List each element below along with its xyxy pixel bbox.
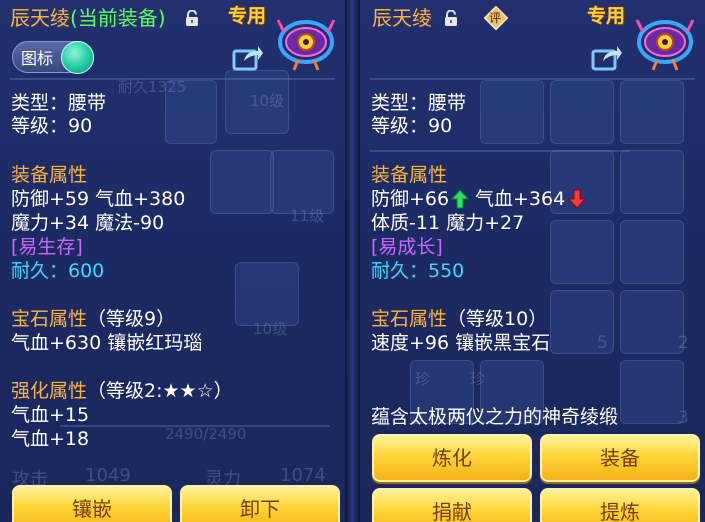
- attr-line-2: 魔力+34 魔法-90: [11, 212, 165, 234]
- attr-def: 防御+66: [371, 188, 450, 210]
- enhance-level: （等级2:★★☆）: [87, 380, 233, 402]
- arrow-down-icon: [568, 189, 586, 209]
- toggle-label: 图标: [21, 49, 54, 68]
- gem-line: 气血+630 镶嵌红玛瑙: [11, 332, 203, 354]
- gem-level: （等级9）: [87, 308, 176, 330]
- exclusive-label: 专用: [228, 5, 267, 27]
- special-effect: [易成长]: [371, 236, 443, 258]
- enhance-title: 强化属性（等级2:★★☆）: [11, 379, 233, 403]
- type-line: 类型：腰带: [11, 92, 107, 114]
- unequip-button[interactable]: 卸下: [180, 485, 340, 522]
- bg-slot: [620, 150, 684, 214]
- compare-panel-candidate: 5 2 3 珍 珍 辰天绫 评 专用 类型：腰带 等级：90 装备属性 防御+6…: [360, 0, 705, 522]
- extract-button[interactable]: 提炼: [540, 488, 700, 522]
- belt-emblem-icon: [635, 19, 695, 71]
- enhance-line-1: 气血+15: [11, 404, 90, 426]
- exclusive-label: 专用: [587, 5, 626, 27]
- bg-slot: [210, 150, 274, 214]
- bg-ghost-text: 11级: [290, 207, 325, 225]
- section-divider: [370, 150, 630, 152]
- header-divider: [10, 78, 335, 80]
- bg-ghost-text: 珍: [470, 370, 486, 388]
- arrow-up-icon: [451, 189, 469, 209]
- level-line: 等级：90: [371, 115, 453, 137]
- attr-header: 装备属性: [11, 164, 88, 186]
- bg-ghost-text: 3: [678, 408, 689, 428]
- gem-line: 速度+96 镶嵌黑宝石: [371, 332, 551, 354]
- gem-header: 宝石属性: [11, 308, 88, 330]
- refine-button[interactable]: 炼化: [372, 434, 532, 482]
- belt-emblem-icon: [276, 19, 336, 71]
- bg-ghost-text: 珍: [415, 370, 431, 388]
- enhance-line-2: 气血+18: [11, 428, 90, 450]
- bg-ghost-text: 1049: [85, 465, 131, 486]
- bg-ghost-text: 5: [597, 333, 608, 353]
- gem-title: 宝石属性（等级10）: [371, 307, 547, 331]
- item-description: 蕴含太极两仪之力的神奇绫缎: [371, 406, 619, 428]
- bg-slot: [550, 220, 614, 284]
- bg-ghost-text: 1074: [280, 465, 326, 486]
- donate-button[interactable]: 捐献: [372, 488, 532, 522]
- gem-title: 宝石属性（等级9）: [11, 307, 175, 331]
- equipped-tag: (当前装备): [70, 6, 166, 30]
- attr-line-2: 体质-11 魔力+27: [371, 212, 525, 234]
- bg-slot: [480, 80, 544, 144]
- icon-toggle[interactable]: 图标: [12, 41, 94, 74]
- special-effect: [易生存]: [11, 236, 83, 258]
- inlay-button[interactable]: 镶嵌: [12, 485, 172, 522]
- bg-ghost-text: 2: [678, 333, 689, 353]
- level-line: 等级：90: [11, 115, 93, 137]
- compare-panel-current: 耐久1325 10级 11级 10级 2490/2490 攻击 1049 灵力 …: [0, 0, 345, 522]
- item-name: 辰天绫: [10, 6, 70, 30]
- ping-label: 评: [489, 11, 502, 25]
- header-divider: [370, 78, 695, 80]
- share-icon[interactable]: [232, 43, 264, 71]
- panel-divider: [345, 0, 360, 522]
- attr-header: 装备属性: [371, 164, 448, 186]
- enhance-header: 强化属性: [11, 380, 88, 402]
- lock-icon[interactable]: [185, 10, 199, 27]
- attr-hp: 气血+364: [475, 188, 566, 210]
- item-name: 辰天绫: [372, 6, 432, 30]
- bg-slot: [620, 80, 684, 144]
- gem-level: （等级10）: [447, 308, 548, 330]
- bg-ghost-text: 10级: [253, 320, 288, 338]
- equip-button[interactable]: 装备: [540, 434, 700, 482]
- type-line: 类型：腰带: [371, 92, 467, 114]
- bg-slot: [620, 360, 684, 424]
- ping-badge-icon[interactable]: 评: [484, 6, 508, 30]
- bg-slot: [550, 80, 614, 144]
- bg-ghost-text: 2490/2490: [165, 425, 247, 443]
- attr-line-1: 防御+59 气血+380: [11, 188, 186, 210]
- gem-header: 宝石属性: [371, 308, 448, 330]
- durability: 耐久：550: [371, 260, 465, 282]
- bg-slot: [620, 290, 684, 354]
- durability: 耐久：600: [11, 260, 105, 282]
- bg-ghost-text: 10级: [250, 92, 285, 110]
- toggle-knob: [61, 41, 94, 74]
- item-title: 辰天绫(当前装备): [10, 6, 166, 30]
- bg-slot: [620, 220, 684, 284]
- bg-slot: [235, 262, 299, 326]
- lock-icon[interactable]: [444, 10, 458, 27]
- share-icon[interactable]: [591, 43, 623, 71]
